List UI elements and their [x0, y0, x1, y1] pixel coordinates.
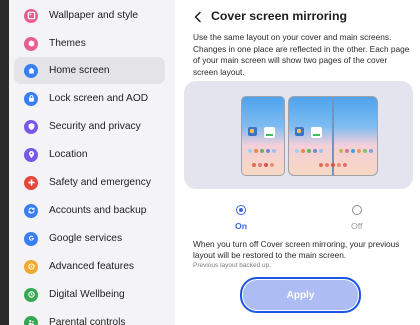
dock-icon-row — [252, 163, 274, 167]
sidebar-item-label: Security and privacy — [49, 121, 141, 132]
sidebar-item-label: Safety and emergency — [49, 177, 151, 188]
wallpaper-icon — [24, 8, 38, 23]
sidebar-item-label: Themes — [49, 38, 86, 49]
emergency-icon — [24, 175, 38, 190]
sidebar-item-themes[interactable]: Themes — [14, 30, 165, 57]
layout-preview-illustration — [184, 81, 413, 189]
sidebar-item-label: Advanced features — [49, 261, 134, 272]
backup-status-text: Previous layout backed up. — [193, 262, 272, 269]
sidebar-item-label: Digital Wellbeing — [49, 289, 125, 300]
sidebar-item-label: Lock screen and AOD — [49, 93, 149, 104]
sidebar-item-label: Accounts and backup — [49, 205, 147, 216]
location-pin-icon — [24, 147, 38, 162]
settings-sidebar: Wallpaper and style Themes Home screen L… — [9, 0, 172, 325]
dock-icon-row — [319, 163, 347, 167]
page-description: Use the same layout on your cover and ma… — [193, 32, 410, 77]
sidebar-item-home-screen[interactable]: Home screen — [14, 57, 165, 84]
widget-thumbnail — [248, 127, 257, 136]
mirroring-off-note: When you turn off Cover screen mirroring… — [193, 239, 400, 260]
cover-screen-mirroring-panel: Cover screen mirroring Use the same layo… — [175, 0, 420, 325]
widget-thumbnail — [295, 127, 304, 136]
sidebar-item-lock-screen-and-aod[interactable]: Lock screen and AOD — [14, 85, 165, 112]
sidebar-item-safety-and-emergency[interactable]: Safety and emergency — [14, 169, 165, 196]
cover-screen-preview — [241, 96, 285, 176]
page-title: Cover screen mirroring — [211, 9, 347, 23]
google-icon — [24, 231, 38, 246]
themes-icon — [24, 36, 38, 51]
off-option-label[interactable]: Off — [351, 221, 362, 231]
widget-thumbnail — [311, 127, 322, 138]
apply-button[interactable]: Apply — [240, 277, 361, 313]
sidebar-item-label: Google services — [49, 233, 123, 244]
sidebar-item-label: Location — [49, 149, 88, 160]
sidebar-item-accounts-and-backup[interactable]: Accounts and backup — [14, 197, 165, 224]
sidebar-item-location[interactable]: Location — [14, 141, 165, 168]
sidebar-item-google-services[interactable]: Google services — [14, 225, 165, 252]
lock-icon — [24, 91, 38, 106]
shield-icon — [24, 119, 38, 134]
main-screen-preview — [288, 96, 378, 176]
off-radio-button[interactable] — [352, 205, 362, 215]
on-option-label[interactable]: On — [235, 221, 247, 231]
sidebar-item-label: Parental controls — [49, 317, 126, 325]
sidebar-item-label: Home screen — [49, 65, 110, 76]
sync-icon — [24, 203, 38, 218]
star-gear-icon — [24, 259, 38, 274]
wellbeing-icon — [24, 287, 38, 302]
sidebar-item-label: Wallpaper and style — [49, 10, 139, 21]
home-icon — [24, 63, 38, 78]
sidebar-item-wallpaper-and-style[interactable]: Wallpaper and style — [14, 2, 165, 29]
widget-thumbnail — [264, 127, 275, 138]
app-icon-row — [295, 149, 323, 153]
back-arrow-icon[interactable] — [192, 10, 204, 24]
sidebar-item-advanced-features[interactable]: Advanced features — [14, 253, 165, 280]
on-radio-button[interactable] — [236, 205, 246, 215]
app-icon-row — [339, 149, 373, 153]
sidebar-item-digital-wellbeing[interactable]: Digital Wellbeing — [14, 281, 165, 308]
settings-screen: Wallpaper and style Themes Home screen L… — [9, 0, 420, 325]
sidebar-item-security-and-privacy[interactable]: Security and privacy — [14, 113, 165, 140]
parental-icon — [24, 315, 38, 325]
app-icon-row — [248, 149, 276, 153]
sidebar-item-parental-controls[interactable]: Parental controls — [14, 309, 165, 325]
